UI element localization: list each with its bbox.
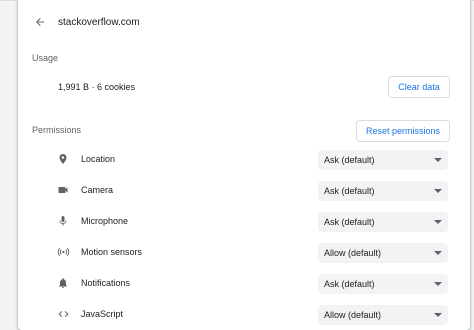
permission-row-javascript: JavaScript Allow (default) xyxy=(18,305,470,325)
site-origin: stackoverflow.com xyxy=(58,16,140,28)
permission-name: Notifications xyxy=(81,278,131,288)
dropdown-caret-icon xyxy=(434,282,442,286)
camera-select[interactable]: Ask (default) xyxy=(318,181,448,201)
location-pin-icon xyxy=(56,152,70,166)
select-value: Ask (default) xyxy=(324,186,375,196)
motion-sensors-icon xyxy=(56,245,70,259)
usage-section-label: Usage xyxy=(32,53,59,63)
permission-row-location: Location Ask (default) xyxy=(18,150,470,170)
permissions-section-label: Permissions xyxy=(32,125,82,135)
permission-name: Camera xyxy=(81,185,114,195)
clear-data-button[interactable]: Clear data xyxy=(388,76,450,98)
dropdown-caret-icon xyxy=(434,189,442,193)
permission-name: Microphone xyxy=(81,216,129,226)
permission-row-notifications: Notifications Ask (default) xyxy=(18,274,470,294)
microphone-select[interactable]: Ask (default) xyxy=(318,212,448,232)
dropdown-caret-icon xyxy=(434,220,442,224)
javascript-select[interactable]: Allow (default) xyxy=(318,305,448,325)
microphone-icon xyxy=(56,214,70,228)
usage-summary: 1,991 B · 6 cookies xyxy=(58,82,136,92)
permission-name: JavaScript xyxy=(81,309,124,319)
motion-sensors-select[interactable]: Allow (default) xyxy=(318,243,448,263)
site-header: stackoverflow.com xyxy=(18,8,470,36)
select-value: Ask (default) xyxy=(324,155,375,165)
permission-row-motion-sensors: Motion sensors Allow (default) xyxy=(18,243,470,263)
permission-name: Motion sensors xyxy=(81,247,143,257)
select-value: Ask (default) xyxy=(324,279,375,289)
notifications-select[interactable]: Ask (default) xyxy=(318,274,448,294)
dropdown-caret-icon xyxy=(434,313,442,317)
select-value: Ask (default) xyxy=(324,217,375,227)
reset-permissions-button[interactable]: Reset permissions xyxy=(356,120,450,142)
dropdown-caret-icon xyxy=(434,251,442,255)
permission-row-microphone: Microphone Ask (default) xyxy=(18,212,470,232)
camera-icon xyxy=(56,183,70,197)
permission-name: Location xyxy=(81,154,116,164)
bell-icon xyxy=(56,276,70,290)
location-select[interactable]: Ask (default) xyxy=(318,150,448,170)
site-settings-card: stackoverflow.com Usage 1,991 B · 6 cook… xyxy=(18,0,470,330)
dropdown-caret-icon xyxy=(434,158,442,162)
select-value: Allow (default) xyxy=(324,248,382,258)
permission-row-camera: Camera Ask (default) xyxy=(18,181,470,201)
back-arrow-icon[interactable] xyxy=(30,12,50,32)
